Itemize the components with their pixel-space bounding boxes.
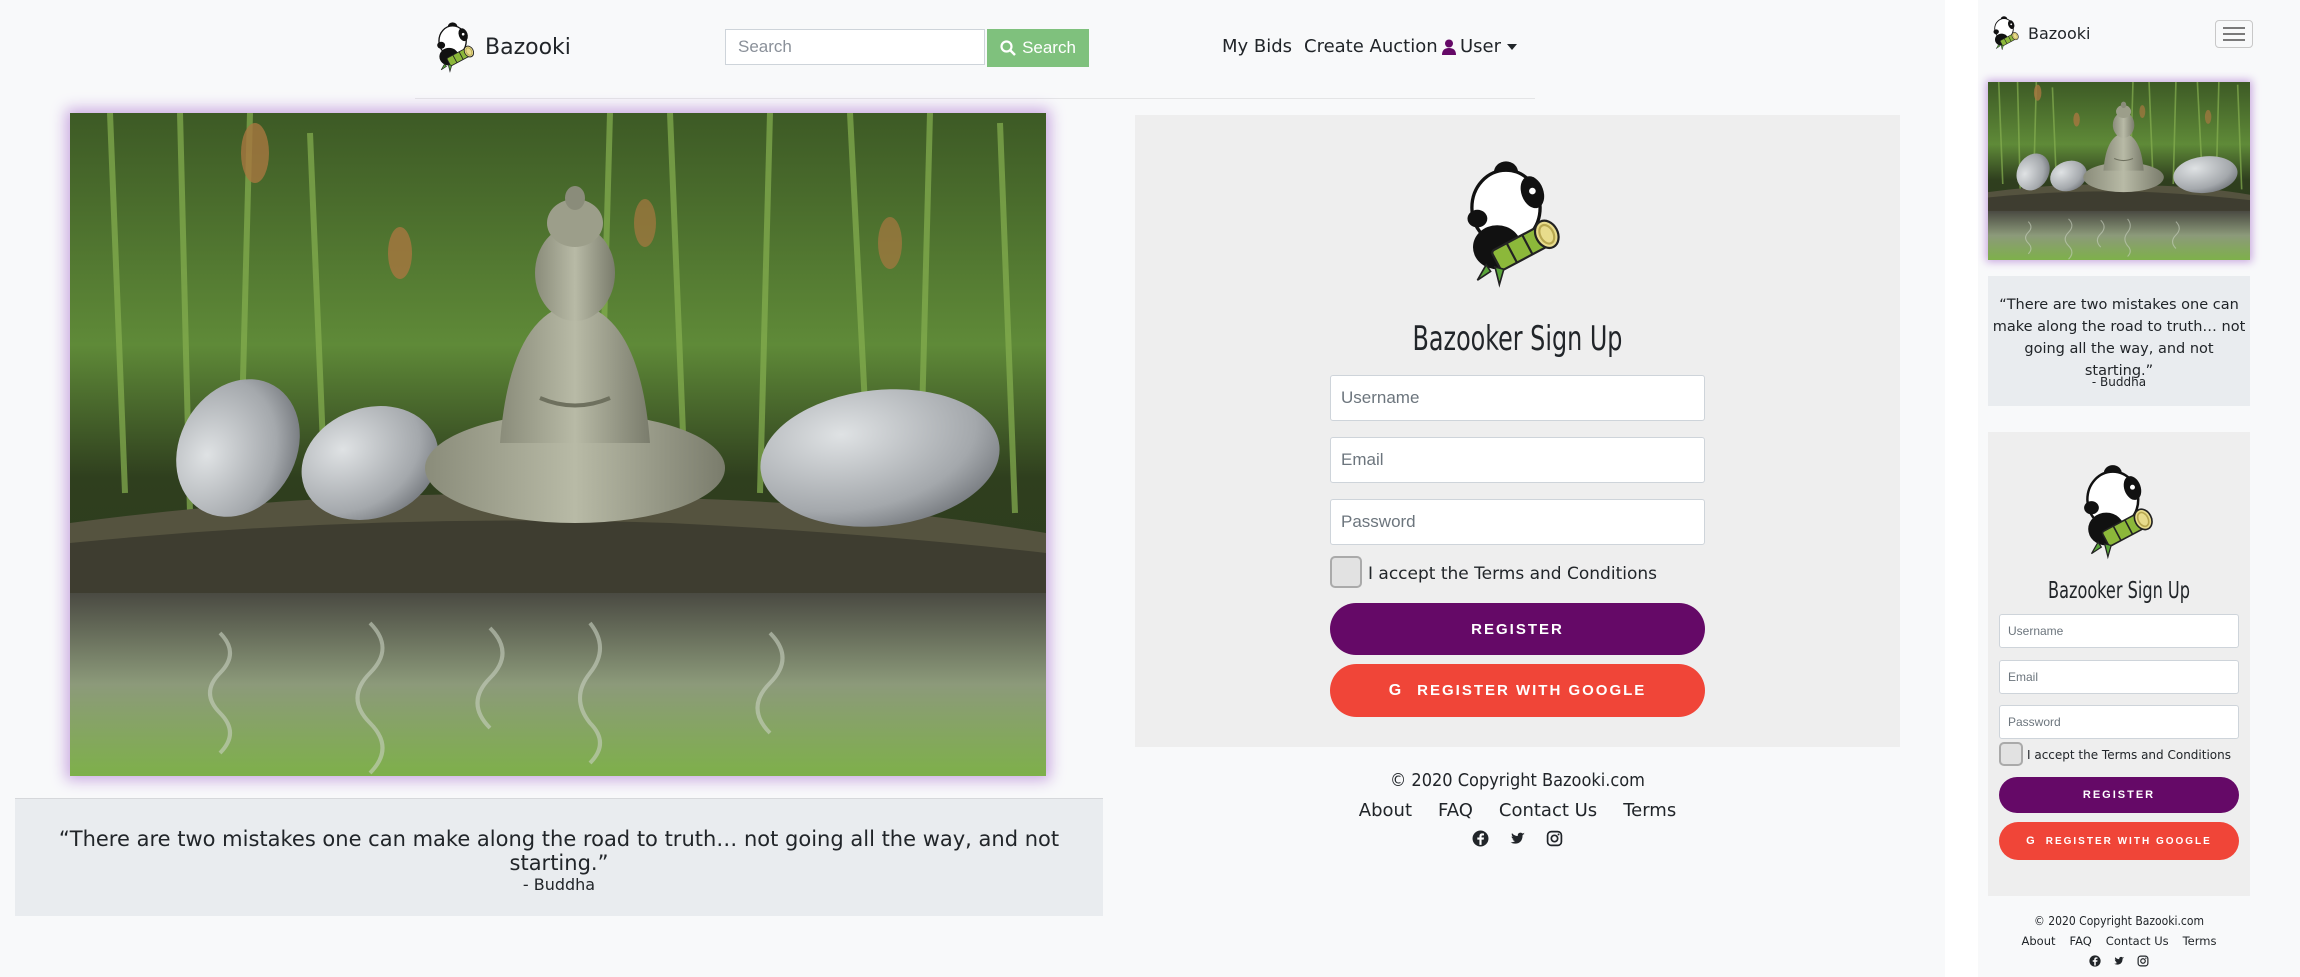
- mobile-signup-title: Bazooker Sign Up: [2048, 578, 2190, 604]
- register-google-label: REGISTER WITH GOOGLE: [1417, 682, 1647, 699]
- hamburger-menu-icon[interactable]: [2215, 20, 2253, 48]
- desktop-view: Bazooki Search My Bids Create Auction Us…: [0, 0, 1945, 977]
- mobile-signup-card: Bazooker Sign Up I accept the Terms and …: [1988, 432, 2250, 896]
- mobile-quote-line-2: make along the road to truth… not: [1992, 319, 2246, 335]
- username-field[interactable]: [1330, 375, 1705, 421]
- mobile-email-field[interactable]: [1999, 660, 2239, 694]
- panda-logo-icon: [2080, 456, 2162, 566]
- terms-label: I accept the Terms and Conditions: [1368, 564, 1657, 584]
- mobile-view: Bazooki “There are two mistakes one can …: [1978, 0, 2300, 977]
- panda-logo-icon: [1992, 14, 2022, 52]
- mobile-quote-line-1: “There are two mistakes one can: [1999, 297, 2239, 313]
- mobile-quote-box: “There are two mistakes one can make alo…: [1988, 276, 2250, 406]
- search-button[interactable]: Search: [987, 29, 1089, 67]
- mobile-footer-link-contact[interactable]: Contact Us: [2106, 934, 2169, 948]
- mobile-terms-checkbox[interactable]: [1999, 742, 2023, 766]
- password-field[interactable]: [1330, 499, 1705, 545]
- mobile-social-icons: [1988, 955, 2250, 967]
- mobile-terms-label: I accept the Terms and Conditions: [2027, 748, 2231, 762]
- panda-logo-icon: [1462, 148, 1572, 298]
- mobile-footer-copyright: © 2020 Copyright Bazooki.com: [2034, 914, 2204, 928]
- mobile-register-button[interactable]: REGISTER: [1999, 777, 2239, 813]
- nav-my-bids[interactable]: My Bids: [1222, 36, 1292, 57]
- social-icons: [1135, 830, 1900, 847]
- twitter-icon[interactable]: [2113, 955, 2125, 967]
- mobile-quote-author: - Buddha: [2091, 375, 2147, 389]
- footer-link-about[interactable]: About: [1359, 800, 1412, 821]
- signup-card: Bazooker Sign Up I accept the Terms and …: [1135, 115, 1900, 747]
- quote-author: - Buddha: [522, 875, 596, 894]
- brand-link[interactable]: Bazooki: [435, 20, 571, 74]
- hero-image: [70, 113, 1046, 776]
- mobile-brand-link[interactable]: Bazooki: [1992, 14, 2090, 52]
- signup-title: Bazooker Sign Up: [1412, 319, 1623, 359]
- search-button-label: Search: [1022, 38, 1076, 57]
- footer-link-faq[interactable]: FAQ: [1438, 800, 1473, 821]
- footer-copyright: © 2020 Copyright Bazooki.com: [1390, 770, 1645, 791]
- google-icon: G: [2026, 835, 2037, 847]
- nav-create-auction[interactable]: Create Auction: [1304, 36, 1438, 57]
- buddha-statue-image: [70, 113, 1046, 776]
- chevron-down-icon: [1507, 43, 1518, 50]
- register-google-button[interactable]: G REGISTER WITH GOOGLE: [1330, 664, 1705, 717]
- brand-name: Bazooki: [485, 34, 571, 60]
- mobile-hero-image: [1988, 82, 2250, 260]
- instagram-icon[interactable]: [1546, 830, 1563, 847]
- user-icon: [1442, 39, 1456, 55]
- footer-link-contact[interactable]: Contact Us: [1499, 800, 1597, 821]
- terms-checkbox[interactable]: [1330, 556, 1362, 588]
- mobile-brand-name: Bazooki: [2028, 23, 2091, 43]
- quote-text: “There are two mistakes one can make alo…: [58, 827, 1060, 875]
- mobile-footer-link-about[interactable]: About: [2022, 934, 2056, 948]
- instagram-icon[interactable]: [2137, 955, 2149, 967]
- mobile-register-google-label: REGISTER WITH GOOGLE: [2045, 835, 2212, 847]
- email-field[interactable]: [1330, 437, 1705, 483]
- mobile-footer-link-faq[interactable]: FAQ: [2070, 934, 2092, 948]
- search-icon: [1000, 40, 1016, 56]
- mobile-footer-links: About FAQ Contact Us Terms: [1988, 934, 2250, 948]
- footer-links: About FAQ Contact Us Terms: [1135, 800, 1900, 821]
- twitter-icon[interactable]: [1509, 830, 1526, 847]
- mobile-footer-link-terms[interactable]: Terms: [2183, 934, 2217, 948]
- register-button[interactable]: REGISTER: [1330, 603, 1705, 655]
- quote-box: “There are two mistakes one can make alo…: [15, 798, 1103, 916]
- facebook-icon[interactable]: [1472, 830, 1489, 847]
- search-input[interactable]: [725, 29, 985, 65]
- mobile-password-field[interactable]: [1999, 705, 2239, 739]
- mobile-username-field[interactable]: [1999, 614, 2239, 648]
- mobile-register-google-button[interactable]: G REGISTER WITH GOOGLE: [1999, 822, 2239, 860]
- navbar: Bazooki Search My Bids Create Auction Us…: [415, 0, 1535, 99]
- footer-link-terms[interactable]: Terms: [1623, 800, 1676, 821]
- google-icon: G: [1388, 681, 1404, 699]
- panda-logo-icon: [435, 20, 479, 74]
- buddha-statue-image: [1988, 82, 2250, 260]
- nav-user-dropdown[interactable]: User: [1442, 36, 1518, 57]
- user-menu-label: User: [1460, 36, 1502, 57]
- facebook-icon[interactable]: [2089, 955, 2101, 967]
